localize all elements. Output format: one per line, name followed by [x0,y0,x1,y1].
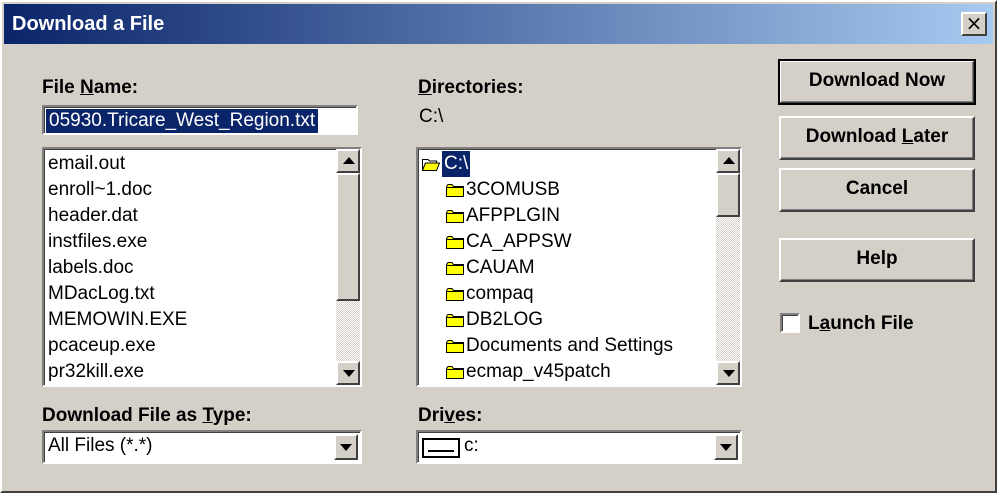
file-list-item[interactable]: instfiles.exe [44,229,334,255]
chevron-down-icon [720,444,732,451]
file-list-item[interactable]: pr32kill.exe [44,359,334,385]
folder-icon [446,340,464,353]
file-list-scrollbar[interactable] [336,149,360,385]
directory-list-scrollbar[interactable] [716,149,740,385]
download-now-button[interactable]: Download Now [778,59,976,105]
directory-item[interactable]: CA_APPSW [418,229,714,255]
folder-icon [446,366,464,379]
drives-label: Drives: [418,405,483,426]
directory-item[interactable]: CAUAM [418,255,714,281]
drives-dropdown-button[interactable] [714,434,738,460]
cancel-button[interactable]: Cancel [779,168,975,212]
close-button[interactable]: × [961,12,987,36]
download-later-button[interactable]: Download Later [779,116,975,160]
file-list-item[interactable]: pcaceup.exe [44,333,334,359]
launch-file-checkbox[interactable] [780,313,800,333]
directory-item[interactable]: C:\ [418,151,714,177]
directory-item[interactable]: AFPPLGIN [418,203,714,229]
file-list-item[interactable]: MEMOWIN.EXE [44,307,334,333]
chevron-down-icon [340,444,352,451]
directory-name: AFPPLGIN [466,205,560,226]
folder-icon [446,314,464,327]
open-folder-icon [422,159,440,171]
current-path: C:\ [419,106,444,127]
scroll-up-button[interactable] [336,149,360,173]
folder-icon [446,210,464,223]
directory-item[interactable]: DB2LOG [418,307,714,333]
dir-scroll-thumb[interactable] [716,173,740,217]
drives-select[interactable]: c: [416,430,742,464]
file-type-value: All Files (*.*) [48,435,153,456]
download-dialog: Download a File × File Name: 05930.Trica… [0,0,997,493]
file-type-label: Download File as Type: [42,405,252,426]
directory-item[interactable]: ecmap_v45patch [418,359,714,385]
scroll-thumb[interactable] [336,173,360,301]
help-button[interactable]: Help [779,238,975,282]
launch-file-label[interactable]: Launch File [808,313,914,335]
close-icon: × [965,11,983,35]
directory-name: 3COMUSB [466,179,560,200]
arrow-down-icon [343,370,355,377]
directory-name: CAUAM [466,257,535,278]
file-list-item[interactable]: labels.doc [44,255,334,281]
file-list-item[interactable]: MDacLog.txt [44,281,334,307]
directory-name: ecmap_v45patch [466,361,611,382]
arrow-down-icon [723,370,735,377]
scroll-down-button[interactable] [336,361,360,385]
file-type-select[interactable]: All Files (*.*) [42,430,362,464]
directory-name: Documents and Settings [466,335,674,356]
file-list-item[interactable]: email.out [44,151,334,177]
directories-label: Directories: [418,77,524,98]
file-name-label: File Name: [42,77,139,98]
dialog-title: Download a File [12,13,165,35]
arrow-up-icon [343,157,355,164]
directory-list[interactable]: C:\ 3COMUSB AFPPLGIN CA_APPSW CAUAM compaq DB2… [416,147,742,387]
file-list[interactable]: email.out enroll~1.doc header.dat instfiles… [42,147,362,387]
directory-name: compaq [466,283,534,304]
title-bar[interactable]: Download a File × [4,4,993,44]
directory-item[interactable]: 3COMUSB [418,177,714,203]
drive-icon [422,438,460,458]
dir-scroll-down-button[interactable] [716,361,740,385]
directory-name: DB2LOG [466,309,544,330]
drives-value: c: [464,435,479,456]
arrow-up-icon [723,157,735,164]
file-name-value: 05930.Tricare_West_Region.txt [46,109,319,133]
folder-icon [446,288,464,301]
file-type-dropdown-button[interactable] [334,434,358,460]
file-name-input[interactable]: 05930.Tricare_West_Region.txt [42,105,358,135]
directory-item[interactable]: compaq [418,281,714,307]
folder-icon [446,262,464,275]
directory-name: C:\ [442,151,471,177]
directory-item[interactable]: Documents and Settings [418,333,714,359]
folder-icon [446,184,464,197]
file-list-item[interactable]: enroll~1.doc [44,177,334,203]
dir-scroll-up-button[interactable] [716,149,740,173]
folder-icon [446,236,464,249]
directory-name: CA_APPSW [466,231,572,252]
file-list-item[interactable]: header.dat [44,203,334,229]
